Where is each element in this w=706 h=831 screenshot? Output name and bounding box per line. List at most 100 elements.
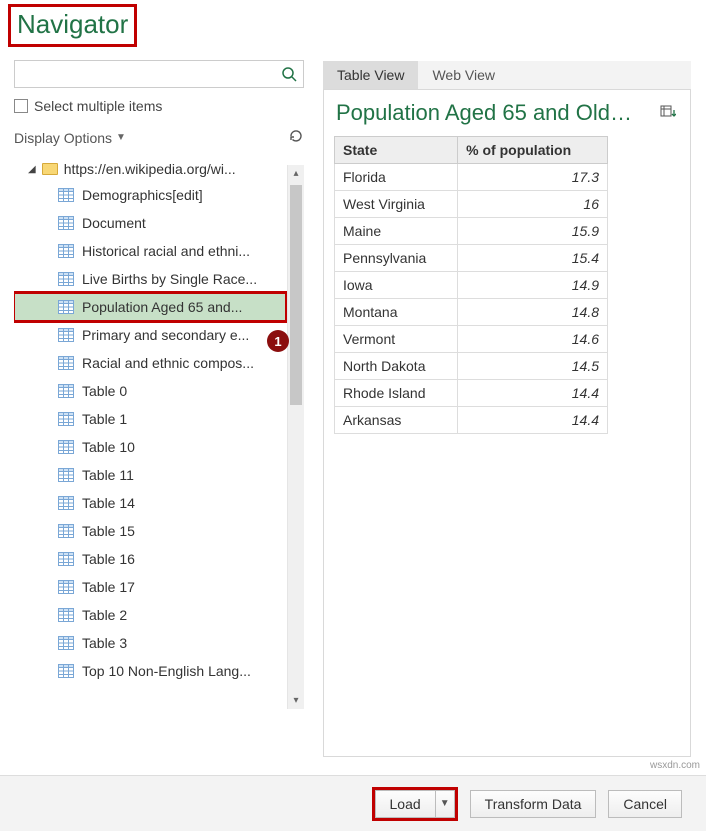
dialog-footer: Load ▼ Transform Data Cancel (0, 775, 706, 831)
cancel-button[interactable]: Cancel (608, 790, 682, 818)
scroll-thumb[interactable] (290, 185, 302, 405)
tree-item-label: Demographics[edit] (82, 187, 203, 203)
table-icon (58, 524, 74, 538)
tree-item[interactable]: Table 1 (14, 405, 286, 433)
preview-table: State% of population Florida17.3West Vir… (334, 136, 608, 434)
table-icon (58, 552, 74, 566)
cell-state: Arkansas (335, 407, 458, 434)
table-icon (58, 496, 74, 510)
tree-item[interactable]: Primary and secondary e... (14, 321, 286, 349)
display-options-label: Display Options (14, 130, 112, 146)
table-row: Vermont14.6 (335, 326, 608, 353)
tree-root[interactable]: ◢ https://en.wikipedia.org/wi... (14, 157, 286, 181)
tree-item[interactable]: Table 10 (14, 433, 286, 461)
tree-item-label: Table 15 (82, 523, 135, 539)
tree-item[interactable]: Table 11 (14, 461, 286, 489)
cell-value: 16 (458, 191, 608, 218)
table-icon (58, 412, 74, 426)
tree-item-label: Table 11 (82, 467, 134, 483)
preview-pane: Table View Web View Population Aged 65 a… (322, 60, 692, 761)
tree-item-label: Primary and secondary e... (82, 327, 249, 343)
tree-item[interactable]: Table 15 (14, 517, 286, 545)
tree-item[interactable]: Demographics[edit] (14, 181, 286, 209)
table-icon (58, 580, 74, 594)
tree-item-label: Table 10 (82, 439, 135, 455)
tree-scrollbar[interactable]: ▴ ▾ (287, 165, 304, 709)
tab-table-view[interactable]: Table View (323, 61, 418, 89)
navigator-tree: ◢ https://en.wikipedia.org/wi... Demogra… (14, 157, 304, 717)
table-row: Maine15.9 (335, 218, 608, 245)
cell-value: 17.3 (458, 164, 608, 191)
search-box[interactable] (14, 60, 304, 88)
tree-item[interactable]: Table 2 (14, 601, 286, 629)
tree-item-label: Table 1 (82, 411, 127, 427)
table-row: Rhode Island14.4 (335, 380, 608, 407)
collapse-icon[interactable]: ◢ (28, 164, 36, 175)
load-button-group: Load ▼ (372, 787, 458, 821)
tree-item[interactable]: Historical racial and ethni... (14, 237, 286, 265)
cell-value: 14.4 (458, 407, 608, 434)
search-icon[interactable] (275, 61, 303, 87)
tree-item-label: Historical racial and ethni... (82, 243, 250, 259)
table-icon (58, 188, 74, 202)
scroll-down-icon[interactable]: ▾ (288, 692, 304, 709)
cell-state: North Dakota (335, 353, 458, 380)
table-icon (58, 636, 74, 650)
tree-item[interactable]: Document (14, 209, 286, 237)
tab-web-view[interactable]: Web View (418, 61, 509, 89)
annotation-callout-1: 1 (267, 330, 289, 352)
scroll-up-icon[interactable]: ▴ (288, 165, 304, 182)
column-header: % of population (458, 137, 608, 164)
cell-state: Vermont (335, 326, 458, 353)
tree-item[interactable]: Racial and ethnic compos... (14, 349, 286, 377)
cell-state: Iowa (335, 272, 458, 299)
cell-state: West Virginia (335, 191, 458, 218)
select-multiple-label: Select multiple items (34, 98, 162, 114)
tree-item[interactable]: Live Births by Single Race... (14, 265, 286, 293)
window-title: Navigator (17, 9, 128, 40)
tree-item-label: Racial and ethnic compos... (82, 355, 254, 371)
tree-item-label: Top 10 Non-English Lang... (82, 663, 251, 679)
display-options-dropdown[interactable]: Display Options ▼ (14, 130, 126, 146)
table-icon (58, 440, 74, 454)
tree-item[interactable]: Table 16 (14, 545, 286, 573)
cell-value: 15.4 (458, 245, 608, 272)
select-multiple-checkbox[interactable] (14, 99, 28, 113)
refresh-icon[interactable] (288, 128, 304, 147)
folder-icon (42, 163, 58, 175)
table-icon (58, 272, 74, 286)
tree-item-label: Table 16 (82, 551, 135, 567)
select-related-tables-icon[interactable] (660, 104, 678, 123)
column-header: State (335, 137, 458, 164)
table-icon (58, 664, 74, 678)
table-row: West Virginia16 (335, 191, 608, 218)
cell-value: 14.8 (458, 299, 608, 326)
tree-item-label: Table 3 (82, 635, 127, 651)
cell-value: 14.9 (458, 272, 608, 299)
tree-item-label: Live Births by Single Race... (82, 271, 257, 287)
tree-item[interactable]: Population Aged 65 and... (14, 293, 286, 321)
tree-item[interactable]: Top 10 Non-English Lang... (14, 657, 286, 685)
search-input[interactable] (15, 66, 275, 82)
table-icon (58, 384, 74, 398)
table-row: Montana14.8 (335, 299, 608, 326)
tree-item[interactable]: Table 3 (14, 629, 286, 657)
table-row: North Dakota14.5 (335, 353, 608, 380)
load-button[interactable]: Load (375, 790, 435, 818)
cell-value: 14.5 (458, 353, 608, 380)
tree-item-label: Document (82, 215, 146, 231)
tree-item-label: Table 14 (82, 495, 135, 511)
table-icon (58, 216, 74, 230)
tree-item[interactable]: Table 14 (14, 489, 286, 517)
table-icon (58, 328, 74, 342)
table-row: Florida17.3 (335, 164, 608, 191)
select-multiple-row[interactable]: Select multiple items (14, 98, 304, 114)
preview-title: Population Aged 65 and Olde... (336, 100, 636, 126)
tree-item[interactable]: Table 17 (14, 573, 286, 601)
tree-item-label: Table 0 (82, 383, 127, 399)
transform-data-button[interactable]: Transform Data (470, 790, 597, 818)
load-dropdown-arrow[interactable]: ▼ (435, 790, 455, 818)
table-row: Pennsylvania15.4 (335, 245, 608, 272)
table-icon (58, 468, 74, 482)
tree-item[interactable]: Table 0 (14, 377, 286, 405)
